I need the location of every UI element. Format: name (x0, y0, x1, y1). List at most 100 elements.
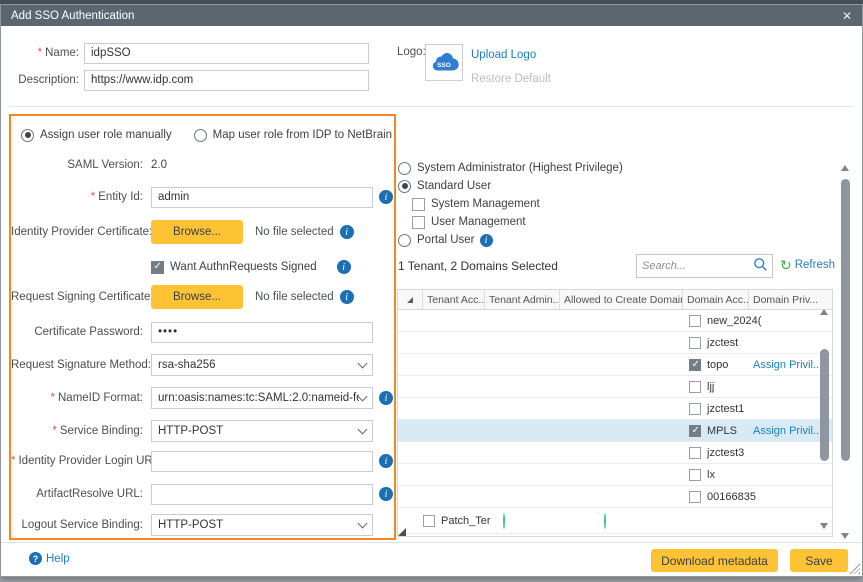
domain-checkbox[interactable] (689, 447, 701, 459)
want-authn-label: Want AuthnRequests Signed (170, 261, 317, 273)
sso-cloud-icon: SSO (428, 49, 460, 76)
domain-checkbox[interactable] (689, 381, 701, 393)
entity-id-label: *Entity Id: (11, 191, 151, 203)
tenant-checkbox[interactable] (423, 515, 435, 527)
create-domain-status-icon (604, 513, 606, 529)
domain-row[interactable]: ljj (398, 376, 832, 398)
help-icon: ? (29, 552, 42, 565)
nameid-format-select[interactable]: urn:oasis:names:tc:SAML:2.0:nameid-fo... (151, 387, 373, 409)
tenant-row[interactable]: Patch_Ter (398, 508, 832, 534)
radio-system-admin[interactable] (398, 162, 411, 175)
required-asterisk: * (52, 425, 56, 437)
domain-checkbox[interactable] (689, 337, 701, 349)
info-icon[interactable]: i (340, 290, 354, 304)
radio-assign-manually[interactable] (21, 129, 34, 142)
idp-login-url-input[interactable] (151, 451, 373, 472)
upload-logo-link[interactable]: Upload Logo (471, 49, 536, 61)
domain-checkbox[interactable] (689, 491, 701, 503)
info-icon[interactable]: i (379, 190, 393, 204)
info-icon[interactable]: i (379, 391, 393, 405)
certificate-password-input[interactable] (151, 322, 373, 343)
system-admin-option[interactable]: System Administrator (Highest Privilege) (398, 160, 623, 176)
expand-triangle-icon[interactable] (398, 514, 406, 536)
chevron-down-icon (358, 391, 368, 401)
domain-checkbox[interactable] (689, 403, 701, 415)
info-icon[interactable]: i (379, 454, 393, 468)
info-icon[interactable]: i (379, 487, 393, 501)
user-management-checkbox[interactable] (412, 216, 425, 229)
description-input[interactable] (84, 70, 369, 91)
domain-row[interactable]: jzctest3 (398, 442, 832, 464)
scroll-up-icon[interactable] (841, 165, 849, 171)
restore-default-link[interactable]: Restore Default (471, 73, 551, 85)
scroll-down-icon[interactable] (820, 523, 828, 529)
download-metadata-button[interactable]: Download metadata (651, 549, 778, 572)
assign-role-manually-option[interactable]: Assign user role manually (21, 129, 172, 142)
request-signing-certificate-label: Request Signing Certificate: (11, 291, 151, 303)
logout-service-binding-select[interactable]: HTTP-POST (151, 514, 373, 536)
grid-header-allowed-create-domain[interactable]: Allowed to Create Domain ... (560, 290, 683, 309)
scroll-up-icon[interactable] (820, 309, 828, 315)
system-management-checkbox[interactable] (412, 198, 425, 211)
refresh-button[interactable]: ↻ Refresh (780, 259, 835, 271)
panel-scrollbar-thumb[interactable] (841, 179, 850, 461)
svg-text:SSO: SSO (437, 62, 451, 69)
grid-header-expander[interactable] (398, 290, 423, 309)
close-icon[interactable]: ✕ (842, 9, 852, 23)
grid-scrollbar[interactable] (818, 307, 831, 531)
save-button[interactable]: Save (790, 549, 848, 572)
domain-row[interactable]: new_2024( (398, 310, 832, 332)
search-box (636, 254, 773, 278)
system-management-option[interactable]: System Management (412, 196, 540, 212)
resize-grip[interactable] (849, 563, 860, 574)
grid-header-tenant-access[interactable]: Tenant Acc... (423, 290, 485, 309)
idp-certificate-label: Identity Provider Certificate: (11, 226, 151, 238)
info-icon[interactable]: i (340, 225, 354, 239)
name-input[interactable] (84, 43, 369, 64)
domain-row[interactable]: jzctest (398, 332, 832, 354)
search-icon[interactable] (753, 257, 768, 275)
domain-row[interactable]: jzctest1 (398, 398, 832, 420)
chevron-down-icon (358, 518, 368, 528)
domain-row[interactable]: topo Assign Privil... (398, 354, 832, 376)
domain-checkbox[interactable] (689, 359, 701, 371)
grid-header-domain-access[interactable]: Domain Acc... (683, 290, 749, 309)
map-role-idp-option[interactable]: Map user role from IDP to NetBrain (194, 129, 392, 142)
domain-checkbox[interactable] (689, 315, 701, 327)
scroll-down-icon[interactable] (841, 533, 849, 539)
dialog-title: Add SSO Authentication (11, 10, 134, 22)
standard-user-option[interactable]: Standard User (398, 178, 491, 194)
entity-id-input[interactable] (151, 187, 373, 208)
search-input[interactable] (637, 260, 753, 272)
sort-triangle-icon (407, 297, 413, 303)
request-signature-method-select[interactable]: rsa-sha256 (151, 354, 373, 376)
grid-scrollbar-thumb[interactable] (820, 349, 829, 461)
domain-checkbox[interactable] (689, 469, 701, 481)
description-row: Description: (11, 69, 369, 91)
help-link[interactable]: ? Help (29, 552, 70, 565)
domain-row-selected[interactable]: MPLS Assign Privil... (398, 420, 832, 442)
info-icon[interactable]: i (480, 234, 493, 247)
radio-portal-user[interactable] (398, 234, 411, 247)
grid-header-tenant-admin[interactable]: Tenant Admin... (485, 290, 560, 309)
service-binding-row: *Service Binding: HTTP-POST (11, 419, 394, 443)
want-authn-row: Want AuthnRequests Signed i (11, 255, 394, 279)
user-management-option[interactable]: User Management (412, 214, 526, 230)
domain-row[interactable]: 00166835 (398, 486, 832, 508)
description-label: Description: (11, 74, 79, 86)
want-authn-checkbox[interactable] (151, 261, 164, 274)
service-binding-select[interactable]: HTTP-POST (151, 420, 373, 442)
artifact-resolve-url-input[interactable] (151, 484, 373, 505)
domain-checkbox[interactable] (689, 425, 701, 437)
dialog-titlebar: Add SSO Authentication ✕ (1, 5, 862, 26)
radio-standard-user[interactable] (398, 180, 411, 193)
radio-map-idp[interactable] (194, 129, 207, 142)
info-icon[interactable]: i (337, 260, 351, 274)
tenant-domain-grid: Tenant Acc... Tenant Admin... Allowed to… (397, 289, 833, 537)
idp-certificate-browse-button[interactable]: Browse... (151, 220, 243, 244)
request-signing-browse-button[interactable]: Browse... (151, 285, 243, 309)
artifact-resolve-url-label: ArtifactResolve URL: (11, 488, 151, 500)
panel-scrollbar[interactable] (839, 163, 852, 541)
portal-user-option[interactable]: Portal User i (398, 232, 493, 248)
domain-row[interactable]: lx (398, 464, 832, 486)
